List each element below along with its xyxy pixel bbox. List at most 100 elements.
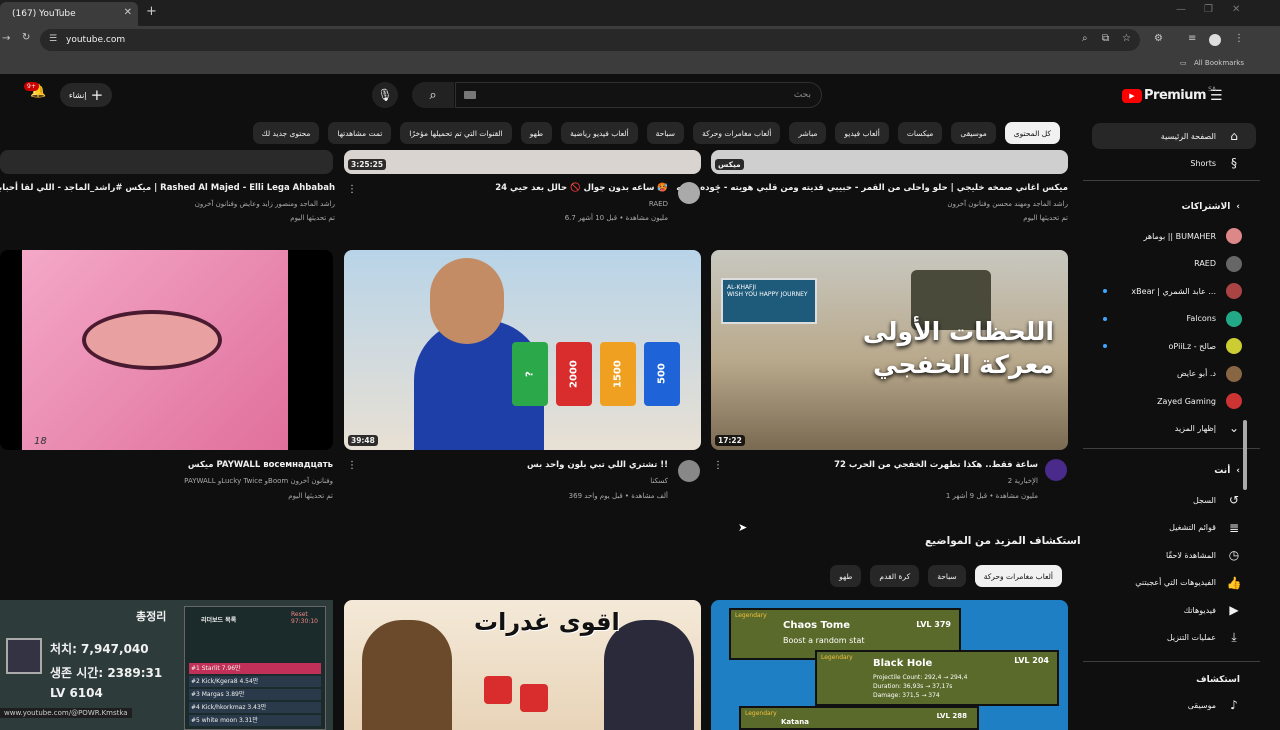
site-info-icon[interactable]: ☰	[49, 34, 57, 44]
explore-chip[interactable]: ألعاب مغامرات وحركة	[974, 565, 1062, 587]
keyboard-icon[interactable]	[464, 91, 476, 99]
chip[interactable]: ألعاب فيديو رياضية	[561, 122, 638, 144]
video-thumbnail[interactable]: اقوى غدرات	[344, 600, 701, 730]
shorts-icon: §	[1231, 156, 1237, 170]
sidebar-item[interactable]: عمليات التنزيل ⤓	[1092, 625, 1242, 651]
maximize-icon[interactable]: ❐	[1204, 4, 1213, 15]
media-icon[interactable]: ≡	[1188, 33, 1196, 44]
subscription-item[interactable]: RAED	[1092, 251, 1242, 277]
subscription-item[interactable]: د. أبو عايض	[1092, 361, 1242, 387]
notification-badge: 9+	[24, 82, 39, 91]
subscriptions-heading[interactable]: الاشتراكات ‹	[1182, 202, 1240, 212]
video-title[interactable]: 72 ساعة فقط.. هكذا تطهرت الخفجي من الحرب	[834, 460, 1038, 470]
you-title[interactable]: أنت	[1214, 466, 1230, 476]
video-thumbnail[interactable]: ميكس	[711, 150, 1068, 174]
reload-icon[interactable]: ↻	[22, 32, 30, 43]
card-title: Katana	[781, 718, 809, 726]
chevron-right-icon: ‹	[1236, 466, 1240, 476]
subscription-item[interactable]: بوماهر || BUMAHER	[1092, 223, 1242, 249]
video-thumbnail[interactable]: ? 2000 1500 500 39:48	[344, 250, 701, 450]
sidebar-item[interactable]: موسيقى ♪	[1092, 692, 1242, 718]
chip[interactable]: تمت مشاهدتها	[328, 122, 392, 144]
video-channel[interactable]: راشد الماجد ومهند محسن وفنانون آخرون	[947, 200, 1068, 208]
extensions-icon[interactable]: ⚙	[1154, 33, 1163, 44]
sidebar-item[interactable]: Shorts §	[1092, 150, 1242, 176]
chip[interactable]: كل المحتوى	[1004, 122, 1060, 144]
video-channel[interactable]: RAED	[649, 200, 668, 208]
chip[interactable]: سباحة	[646, 122, 685, 144]
chip[interactable]: مباشر	[789, 122, 827, 144]
chip[interactable]: طهو	[520, 122, 553, 144]
divider	[1083, 448, 1260, 449]
more-options-icon[interactable]: ⋮	[713, 460, 723, 471]
create-button[interactable]: إنشاء +	[60, 83, 112, 107]
video-thumbnail[interactable]	[0, 150, 333, 174]
video-thumbnail[interactable]: 18	[0, 250, 333, 450]
dice-shape	[484, 676, 512, 704]
minimize-icon[interactable]: —	[1176, 4, 1186, 15]
video-thumbnail[interactable]: Legendary Chaos Tome Boost a random stat…	[711, 600, 1068, 730]
zoom-icon[interactable]: ⌕	[1082, 33, 1088, 44]
video-title[interactable]: تشتري اللي تبي بلون واحد بس !!	[527, 460, 668, 470]
more-options-icon[interactable]: ⋮	[713, 184, 723, 195]
channel-avatar[interactable]	[1045, 459, 1067, 481]
channel-avatar[interactable]	[678, 182, 700, 204]
more-options-icon[interactable]: ⋮	[347, 460, 357, 471]
video-channel[interactable]: راشد الماجد ومنصور زايد وعايض وفنانون آخ…	[195, 200, 335, 208]
chip[interactable]: ميكسات	[897, 122, 943, 144]
chip[interactable]: ألعاب مغامرات وحركة	[693, 122, 781, 144]
close-tab-icon[interactable]: ✕	[124, 7, 132, 18]
playlist-icon: ≣	[1228, 520, 1240, 535]
sidebar-item[interactable]: السجل ↺	[1092, 487, 1242, 513]
sidebar-item[interactable]: الفيديوهات التي أعجبتني 👍	[1092, 570, 1242, 596]
sidebar-scrollbar[interactable]	[1243, 420, 1247, 490]
video-thumbnail[interactable]: AL-KHAFJI WISH YOU HAPPY JOURNEY اللحظات…	[711, 250, 1068, 450]
video-thumbnail[interactable]: 3:25:25	[344, 150, 701, 174]
subscription-item[interactable]: Zayed Gaming	[1092, 388, 1242, 414]
video-meta: 6.7 مليون مشاهدة • قبل 10 أشهر	[564, 214, 668, 222]
bookmark-star-icon[interactable]: ☆	[1122, 33, 1131, 44]
search-button[interactable]: ⌕	[412, 82, 454, 108]
browser-menu-icon[interactable]: ⋮	[1234, 33, 1244, 44]
subscription-item[interactable]: oPiiLz - صالح	[1092, 333, 1242, 359]
chip[interactable]: القنوات التي تم تحميلها مؤخرًا	[400, 122, 512, 144]
video-title[interactable]: 24 ساعه بدون جوال 🚫 حالل بعد حيي 🥵	[495, 183, 668, 193]
back-icon[interactable]: →	[2, 33, 10, 44]
sidebar-item[interactable]: قوائم التشغيل ≣	[1092, 515, 1242, 541]
chip[interactable]: ألعاب فيديو	[835, 122, 889, 144]
subscription-item[interactable]: xBear | عابد الشمري ...	[1092, 278, 1242, 304]
video-channel[interactable]: PAYWALL وLucky Twice وBoom وفنانون آخرون	[184, 477, 333, 485]
video-channel[interactable]: كسكنا	[650, 477, 668, 485]
youtube-logo[interactable]: ▶ Premium SA	[1122, 86, 1216, 103]
close-window-icon[interactable]: ✕	[1232, 4, 1240, 15]
video-title[interactable]: ميكس PAYWALL восемнадцать	[188, 460, 333, 470]
subscription-item[interactable]: Falcons	[1092, 306, 1242, 332]
folder-icon: ▭	[1180, 59, 1187, 67]
voice-search-button[interactable]: 🎙	[372, 82, 398, 108]
explore-chip[interactable]: طهو	[830, 565, 862, 587]
channel-avatar[interactable]	[678, 460, 700, 482]
all-bookmarks-link[interactable]: All Bookmarks	[1194, 59, 1244, 67]
video-title[interactable]: ميكس اغاني صمخه خليجي | حلو واحلى من الق…	[676, 183, 1068, 193]
explore-chip[interactable]: كرة القدم	[870, 565, 920, 587]
subscriptions-title[interactable]: الاشتراكات	[1182, 202, 1231, 212]
more-options-icon[interactable]: ⋮	[347, 184, 357, 195]
overlay-stat: 생존 시간: 2389:31	[50, 666, 163, 680]
sidebar-item[interactable]: فيديوهاتك ▶	[1092, 597, 1242, 623]
url-field[interactable]: ☰ youtube.com	[40, 29, 1140, 51]
you-heading[interactable]: أنت ‹	[1214, 466, 1240, 476]
new-tab-icon[interactable]: +	[146, 4, 157, 19]
search-input[interactable]: بحث	[455, 82, 822, 108]
sidebar-item[interactable]: الصفحة الرئيسية ⌂	[1092, 123, 1256, 149]
chip[interactable]: موسيقى	[951, 122, 996, 144]
video-title[interactable]: ميكس #راشد_الماجد - اللي لقا أحبابه | Ra…	[0, 183, 335, 193]
profile-avatar[interactable]	[1209, 34, 1221, 46]
leaderboard-row: #3 Margas 3.89만	[189, 689, 321, 700]
video-channel[interactable]: الإخبارية 2	[1008, 477, 1038, 485]
chip[interactable]: محتوى جديد لك	[252, 122, 320, 144]
browser-tab[interactable]: (167) YouTube ✕	[0, 2, 138, 26]
sidebar-item[interactable]: إظهار المزيد ⌄	[1092, 415, 1242, 441]
explore-chip[interactable]: سباحة	[928, 565, 966, 587]
sidebar-item[interactable]: المشاهدة لاحقًا ◷	[1092, 542, 1242, 568]
cast-icon[interactable]: ⧉	[1102, 33, 1109, 44]
